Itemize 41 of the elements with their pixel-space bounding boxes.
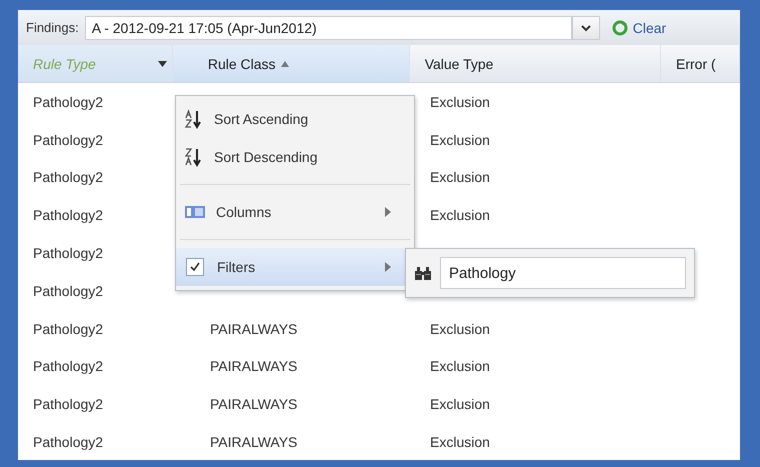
table-cell: Pathology2 [33, 207, 104, 224]
findings-combo[interactable]: A - 2012-09-21 17:05 (Apr-Jun2012) [84, 16, 572, 40]
table-cell: PAIRALWAYS [210, 396, 298, 412]
refresh-icon [612, 20, 628, 36]
columns-icon [184, 204, 206, 220]
table-cell: Exclusion [430, 207, 490, 224]
sort-up-icon [280, 60, 289, 66]
table-cell: Pathology2 [33, 358, 104, 374]
table-cell: Exclusion [430, 94, 490, 110]
table-cell: Exclusion [430, 434, 490, 450]
table-cell: Exclusion [430, 358, 490, 374]
table-cell: Pathology2 [33, 434, 104, 450]
checkbox[interactable] [186, 258, 204, 276]
column-menu-trigger-icon[interactable] [158, 60, 167, 66]
table-cell: Exclusion [430, 396, 490, 412]
column-header[interactable]: Rule Class [172, 45, 410, 82]
table-cell: PAIRALWAYS [210, 358, 298, 374]
column-header[interactable]: Error ( [661, 45, 740, 82]
table-cell: Exclusion [430, 169, 490, 186]
findings-label: Findings: [26, 20, 79, 35]
menu-item[interactable]: Columns [176, 193, 414, 231]
dropdown-button[interactable] [572, 16, 600, 40]
clear-button[interactable]: Clear [608, 12, 670, 42]
filter-input[interactable]: Pathology [440, 257, 686, 289]
menu-item[interactable]: Sort Descending [176, 138, 414, 176]
table-cell: Pathology2 [33, 169, 104, 186]
menu-item[interactable]: Sort Ascending [176, 100, 414, 138]
table-cell: Exclusion [430, 132, 490, 148]
checkmark-icon [189, 261, 201, 273]
table-cell: Pathology2 [33, 132, 104, 148]
table-cell: PAIRALWAYS [210, 434, 298, 450]
column-header[interactable]: Value Type [410, 45, 661, 82]
table-cell: Exclusion [430, 320, 490, 337]
table-cell: Pathology2 [33, 320, 104, 337]
table-cell: PAIRALWAYS [210, 320, 298, 337]
table-cell: Pathology2 [33, 282, 104, 299]
binoculars-icon [414, 265, 432, 281]
chevron-down-icon [580, 24, 591, 32]
table-cell: Pathology2 [33, 94, 104, 110]
table-cell: Pathology2 [33, 396, 104, 412]
table-cell: Pathology2 [33, 245, 104, 262]
